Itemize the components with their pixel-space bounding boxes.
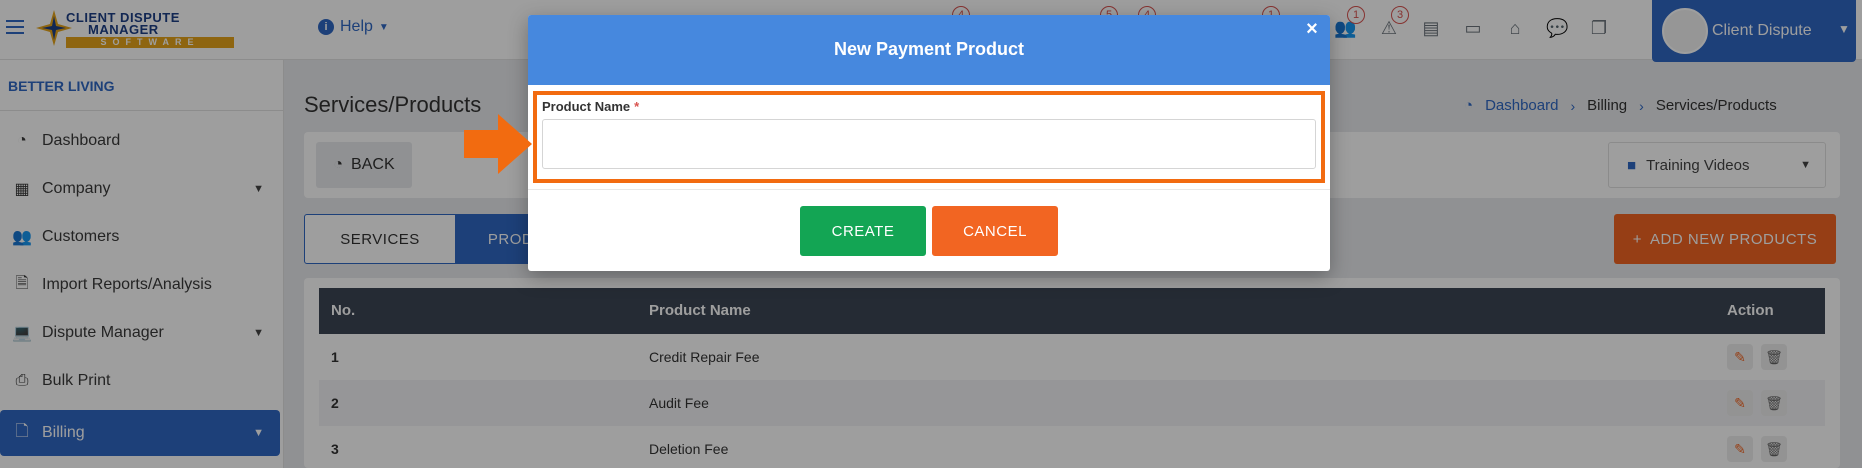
product-name-input[interactable] bbox=[542, 119, 1316, 169]
pointer-arrow-icon bbox=[464, 114, 532, 174]
required-marker: * bbox=[634, 99, 640, 114]
product-name-label: Product Name * bbox=[542, 99, 639, 114]
close-icon[interactable]: × bbox=[1302, 19, 1322, 39]
modal-title: New Payment Product bbox=[833, 39, 1025, 59]
product-name-label-text: Product Name bbox=[542, 99, 631, 114]
new-payment-product-modal: New Payment Product × Product Name * CREA… bbox=[528, 15, 1330, 271]
create-button[interactable]: CREATE bbox=[800, 206, 926, 256]
divider bbox=[528, 189, 1330, 190]
modal-header: New Payment Product × bbox=[528, 15, 1330, 85]
cancel-button[interactable]: CANCEL bbox=[932, 206, 1058, 256]
